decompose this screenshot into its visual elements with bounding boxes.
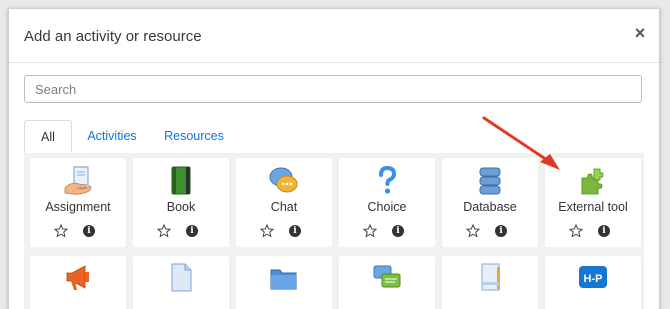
tile-label: Choice: [367, 200, 407, 214]
tile-book[interactable]: Book i: [133, 158, 229, 247]
tile-chat[interactable]: Chat i: [236, 158, 332, 247]
feedback-icon: [66, 265, 89, 290]
star-outline-icon[interactable]: [54, 224, 68, 238]
tile-folder[interactable]: [236, 256, 332, 309]
annotation-arrow: [482, 116, 560, 170]
search-input[interactable]: [24, 75, 642, 103]
assignment-icon: [64, 166, 92, 195]
tile-forum[interactable]: [339, 256, 435, 309]
h5p-text: H-P: [584, 273, 603, 285]
folder-icon: [270, 269, 297, 290]
tile-glossary[interactable]: [442, 256, 538, 309]
info-icon[interactable]: i: [598, 225, 610, 237]
star-outline-icon[interactable]: [569, 224, 583, 238]
star-outline-icon[interactable]: [363, 224, 377, 238]
glossary-icon: [481, 263, 500, 291]
tab-all[interactable]: All: [24, 120, 72, 153]
tab-resources[interactable]: Resources: [156, 120, 232, 153]
info-icon[interactable]: i: [289, 225, 301, 237]
star-outline-icon[interactable]: [260, 224, 274, 238]
tile-file[interactable]: [133, 256, 229, 309]
dialog-header: Add an activity or resource ×: [9, 9, 659, 63]
tile-label: Database: [463, 200, 517, 214]
star-outline-icon[interactable]: [157, 224, 171, 238]
forum-icon: [373, 265, 401, 288]
book-icon: [171, 166, 191, 195]
tile-label: External tool: [558, 200, 628, 214]
star-outline-icon[interactable]: [466, 224, 480, 238]
tile-label: Chat: [270, 200, 298, 214]
info-icon[interactable]: i: [392, 225, 404, 237]
h5p-icon: H-P: [579, 266, 607, 288]
info-icon[interactable]: i: [83, 225, 95, 237]
external-tool-icon: [581, 168, 604, 195]
file-icon: [171, 263, 192, 292]
tile-label: Assignment: [45, 200, 111, 214]
info-icon[interactable]: i: [495, 225, 507, 237]
chat-icon: [269, 167, 298, 193]
tab-activities[interactable]: Activities: [77, 120, 147, 153]
tile-assignment[interactable]: Assignment i: [30, 158, 126, 247]
close-button[interactable]: ×: [632, 24, 648, 42]
choice-icon: [379, 166, 397, 194]
info-icon[interactable]: i: [186, 225, 198, 237]
tile-choice[interactable]: Choice i: [339, 158, 435, 247]
dialog-title: Add an activity or resource: [24, 28, 202, 45]
tile-label: Book: [166, 200, 196, 214]
tile-h5p[interactable]: H-P: [545, 256, 641, 309]
tile-feedback[interactable]: [30, 256, 126, 309]
